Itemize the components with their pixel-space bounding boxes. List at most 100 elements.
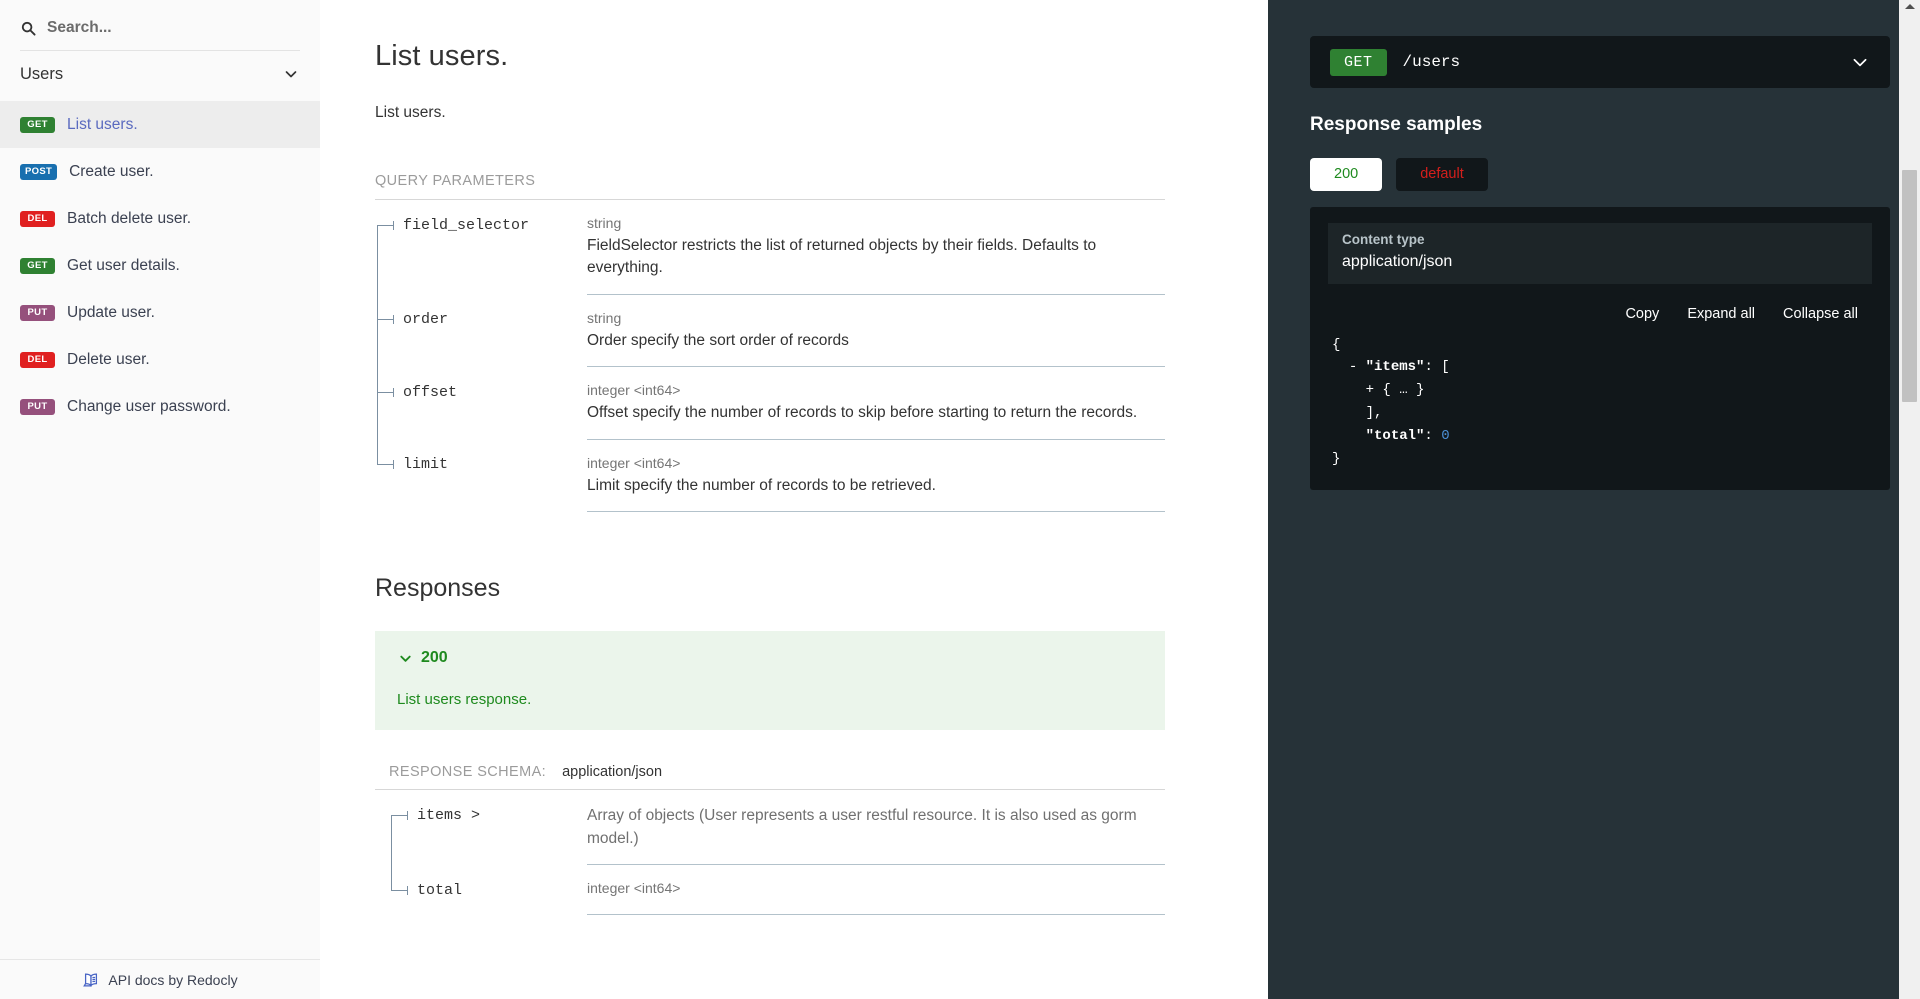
- tree-line: [377, 294, 378, 367]
- scroll-up-arrow-icon[interactable]: [1904, 4, 1915, 9]
- tree-tick: [391, 885, 408, 895]
- sidebar-footer[interactable]: API docs by Redocly: [0, 959, 320, 999]
- scrollbar-thumb[interactable]: [1902, 170, 1917, 402]
- right-panel: GET /users Response samples 200 default C…: [1268, 0, 1920, 999]
- code-line: - "items": [: [1348, 359, 1450, 376]
- tree-line: [377, 225, 378, 295]
- response-sample-card: Content type application/json Copy Expand…: [1310, 206, 1890, 491]
- response-tab-default[interactable]: default: [1396, 158, 1488, 191]
- response-description: List users response.: [397, 691, 532, 709]
- chevron-down-icon[interactable]: [1850, 52, 1870, 72]
- tree-line: [377, 439, 378, 465]
- param-name-cell: field_selector: [375, 200, 587, 295]
- sidebar-item-batch-delete-user[interactable]: DEL Batch delete user.: [0, 195, 320, 242]
- table-row: limit integer <int64> Limit specify the nu…: [375, 439, 1165, 513]
- method-badge: POST: [20, 163, 58, 180]
- param-description: FieldSelector restricts the list of retu…: [587, 237, 1097, 277]
- page-scrollbar[interactable]: [1899, 0, 1920, 999]
- sidebar-group-users[interactable]: Users: [0, 51, 320, 97]
- search-input[interactable]: [47, 19, 300, 37]
- param-desc-cell: string Order specify the sort order of re…: [587, 294, 1165, 368]
- method-badge: GET: [20, 257, 55, 274]
- chevron-down-icon[interactable]: [282, 65, 300, 83]
- sidebar-item-change-user-password[interactable]: PUT Change user password.: [0, 383, 320, 430]
- response-200-toggle[interactable]: 200: [397, 649, 1143, 667]
- app-root: Users GET List users. POST Create user. DEL B…: [0, 0, 1920, 999]
- chevron-down-icon: [397, 650, 413, 666]
- search-icon: [20, 20, 37, 37]
- param-name-cell: items >: [389, 790, 587, 865]
- redocly-logo-icon: [82, 971, 100, 989]
- param-desc-cell: Array of objects (User represents a user…: [587, 790, 1165, 866]
- copy-button[interactable]: Copy: [1625, 306, 1659, 322]
- sidebar: Users GET List users. POST Create user. DEL B…: [0, 0, 320, 999]
- collapse-all-button[interactable]: Collapse all: [1783, 306, 1858, 322]
- method-badge: DEL: [20, 351, 55, 368]
- page-description: List users.: [375, 104, 446, 121]
- param-type: integer <int64>: [587, 880, 681, 897]
- param-name: order: [403, 311, 449, 329]
- sidebar-item-get-user-details[interactable]: GET Get user details.: [0, 242, 320, 289]
- content-type-selector[interactable]: Content type application/json: [1328, 222, 1872, 284]
- search-box[interactable]: [0, 6, 320, 50]
- endpoint-method-badge: GET: [1330, 48, 1387, 76]
- response-tab-200[interactable]: 200: [1310, 158, 1383, 191]
- sidebar-group-label: Users: [20, 64, 64, 83]
- sidebar-item-label: Update user.: [67, 303, 155, 321]
- endpoint-selector[interactable]: GET /users: [1310, 36, 1890, 88]
- expand-all-button[interactable]: Expand all: [1687, 306, 1755, 322]
- json-code-sample[interactable]: { - "items": [ + { … } ], "total": 0}: [1328, 334, 1872, 471]
- table-row: total integer <int64>: [389, 864, 1165, 916]
- param-name-cell: order: [375, 294, 587, 367]
- response-schema-label: RESPONSE SCHEMA:: [389, 764, 547, 781]
- sidebar-item-label: Delete user.: [67, 350, 150, 368]
- method-badge: PUT: [20, 304, 55, 321]
- table-row: offset integer <int64> Offset specify the …: [375, 366, 1165, 440]
- table-row: items > Array of objects (User represents…: [389, 790, 1165, 866]
- table-row: field_selector string FieldSelector restri…: [375, 200, 1165, 295]
- sidebar-item-label: Get user details.: [67, 256, 180, 274]
- response-schema-value: application/json: [562, 764, 663, 781]
- param-name: items >: [417, 807, 481, 825]
- param-name-cell: total: [389, 864, 587, 915]
- param-desc-cell: integer <int64>: [587, 864, 1165, 916]
- tree-line: [391, 815, 392, 865]
- param-name: total: [417, 881, 463, 899]
- code-line: + { … }: [1365, 382, 1425, 399]
- method-badge: PUT: [20, 398, 55, 415]
- param-name: offset: [403, 383, 458, 401]
- param-description: Array of objects (User represents a user…: [587, 807, 1137, 847]
- tree-line: [391, 864, 392, 890]
- param-type: integer <int64>: [587, 382, 681, 399]
- param-description: Offset specify the number of records to …: [587, 404, 1138, 422]
- param-name-cell: limit: [375, 439, 587, 511]
- param-desc-cell: integer <int64> Offset specify the number…: [587, 366, 1165, 440]
- response-200-panel[interactable]: 200 List users response.: [375, 631, 1165, 731]
- param-description: Order specify the sort order of records: [587, 331, 849, 349]
- code-line: "total": 0: [1365, 427, 1450, 444]
- sidebar-item-label: List users.: [67, 115, 138, 133]
- sidebar-item-create-user[interactable]: POST Create user.: [0, 148, 320, 195]
- sidebar-item-label: Batch delete user.: [67, 209, 192, 227]
- response-schema-table: items > Array of objects (User represents…: [389, 790, 1165, 916]
- page-title: List users.: [375, 40, 509, 72]
- sidebar-footer-label: API docs by Redocly: [108, 971, 238, 988]
- responses-heading: Responses: [375, 574, 501, 603]
- code-line: ],: [1365, 404, 1383, 421]
- query-parameters-caption: QUERY PARAMETERS: [375, 173, 1165, 201]
- response-sample-tabs: 200 default: [1310, 158, 1890, 191]
- param-type: string: [587, 309, 622, 326]
- sidebar-item-label: Create user.: [69, 162, 154, 180]
- param-name: field_selector: [403, 217, 530, 235]
- sidebar-item-delete-user[interactable]: DEL Delete user.: [0, 336, 320, 383]
- tree-line: [377, 366, 378, 440]
- method-badge: DEL: [20, 210, 55, 227]
- param-name-cell: offset: [375, 366, 587, 440]
- code-actions: Copy Expand all Collapse all: [1328, 292, 1872, 334]
- query-parameters-table: field_selector string FieldSelector restri…: [375, 200, 1165, 513]
- sidebar-operation-list: GET List users. POST Create user. DEL Batch d…: [0, 101, 320, 430]
- content-type-label: Content type: [1342, 231, 1425, 247]
- param-desc-cell: string FieldSelector restricts the list o…: [587, 200, 1165, 295]
- sidebar-item-update-user[interactable]: PUT Update user.: [0, 289, 320, 336]
- sidebar-item-list-users[interactable]: GET List users.: [0, 101, 320, 148]
